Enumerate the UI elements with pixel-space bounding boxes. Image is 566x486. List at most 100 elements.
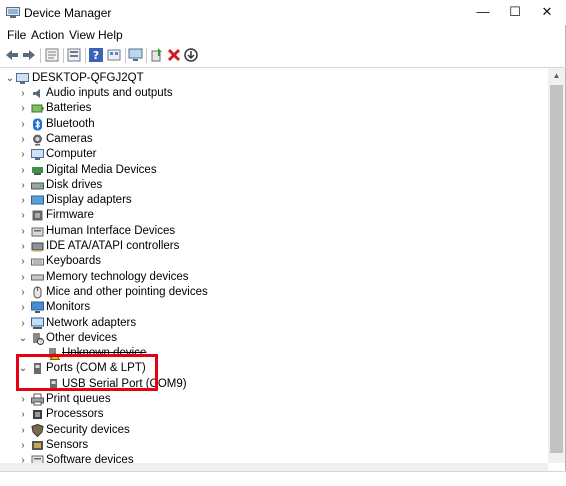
menu-help[interactable]: Help xyxy=(98,28,123,42)
camera-icon xyxy=(33,134,42,146)
tree-category-item[interactable]: › Firmware xyxy=(0,208,548,223)
device-manager-window: Device Manager — ☐ ✕ File Action View He… xyxy=(0,0,566,486)
status-bar xyxy=(0,471,566,486)
help-icon[interactable]: ? xyxy=(88,47,104,63)
expander-icon[interactable]: › xyxy=(18,193,28,208)
tree-item-label: Disk drives xyxy=(46,179,103,191)
forward-arrow-icon[interactable] xyxy=(21,47,37,63)
list-view-icon[interactable] xyxy=(66,47,82,63)
expander-icon[interactable]: ⌄ xyxy=(18,331,28,346)
tree-category-item[interactable]: › Digital Media Devices xyxy=(0,163,548,178)
tree-item-label: Display adapters xyxy=(46,194,132,206)
disable-device-icon[interactable] xyxy=(183,47,199,63)
tree-category-item[interactable]: › Cameras xyxy=(0,132,548,147)
expander-icon[interactable]: › xyxy=(18,453,28,463)
tree-category-item[interactable]: › Print queues xyxy=(0,392,548,407)
tree-category-item[interactable]: › Mice and other pointing devices xyxy=(0,285,548,300)
expander-icon[interactable]: › xyxy=(18,178,28,193)
expander-icon[interactable]: › xyxy=(18,86,28,101)
tree-category-item[interactable]: › Keyboards xyxy=(0,254,548,269)
media-device-icon xyxy=(32,167,43,175)
monitor-icon xyxy=(31,301,44,313)
tree-category-item[interactable]: › Software devices xyxy=(0,453,548,463)
expander-icon[interactable]: › xyxy=(18,224,28,239)
close-button[interactable]: ✕ xyxy=(530,0,564,24)
tree-category-item[interactable]: › Monitors xyxy=(0,300,548,315)
tree-item-label: Memory technology devices xyxy=(46,271,189,283)
expander-icon[interactable]: › xyxy=(18,208,28,223)
device-manager-icon xyxy=(6,7,20,18)
tree-category-item[interactable]: › Display adapters xyxy=(0,193,548,208)
ide-controller-icon xyxy=(31,242,44,252)
tree-category-item[interactable]: › Bluetooth xyxy=(0,117,548,132)
speaker-icon xyxy=(33,89,40,98)
tree-category-item[interactable]: ⌄? Other devices xyxy=(0,331,548,346)
other-devices-icon: ? xyxy=(33,333,44,346)
tree-item-label: IDE ATA/ATAPI controllers xyxy=(46,240,180,252)
tree-category-item[interactable]: › Sensors xyxy=(0,438,548,453)
computer-icon xyxy=(16,73,29,84)
expander-icon[interactable]: › xyxy=(18,132,28,147)
firmware-icon xyxy=(32,210,43,221)
expander-icon[interactable]: › xyxy=(18,254,28,269)
minimize-button[interactable]: — xyxy=(466,0,500,24)
properties-icon[interactable] xyxy=(44,47,60,63)
scan-hardware-icon[interactable] xyxy=(128,47,144,63)
expander-icon[interactable]: › xyxy=(18,163,28,178)
tree-category-item[interactable]: › Memory technology devices xyxy=(0,270,548,285)
expander-icon[interactable]: › xyxy=(18,147,28,162)
device-tree: ⌄ DESKTOP-QFGJ2QT › Audio inputs and outp… xyxy=(0,68,548,463)
expander-icon[interactable]: › xyxy=(18,270,28,285)
expander-icon[interactable]: › xyxy=(18,392,28,407)
tree-category-item[interactable]: › IDE ATA/ATAPI controllers xyxy=(0,239,548,254)
expander-icon[interactable]: › xyxy=(18,316,28,331)
back-arrow-icon[interactable] xyxy=(4,47,20,63)
toolbar-separator xyxy=(125,48,126,63)
vertical-scrollbar[interactable]: ▲ xyxy=(548,68,565,463)
expander-icon[interactable]: › xyxy=(18,101,28,116)
expander-icon[interactable]: › xyxy=(18,423,28,438)
keyboard-icon xyxy=(31,258,44,266)
tree-category-item[interactable]: › Computer xyxy=(0,147,548,162)
tree-category-item[interactable]: › Security devices xyxy=(0,423,548,438)
menu-action[interactable]: Action xyxy=(31,28,64,42)
sensor-icon xyxy=(32,441,43,450)
tree-item-label: Audio inputs and outputs xyxy=(46,87,173,99)
tree-item-label: Batteries xyxy=(46,102,92,114)
expander-icon[interactable]: › xyxy=(18,239,28,254)
tree-category-item[interactable]: › Processors xyxy=(0,407,548,422)
menu-view[interactable]: View xyxy=(69,28,95,42)
tree-item-label: Other devices xyxy=(46,332,117,344)
svg-text:?: ? xyxy=(39,340,42,346)
menu-bar: File Action View Help xyxy=(0,25,566,44)
tree-item-label: Computer xyxy=(46,148,97,160)
maximize-button[interactable]: ☐ xyxy=(498,0,532,24)
show-hidden-icon[interactable] xyxy=(106,47,122,63)
expander-icon[interactable]: › xyxy=(18,285,28,300)
scroll-thumb[interactable] xyxy=(550,85,563,453)
processor-icon xyxy=(33,410,42,419)
tree-item-label: Firmware xyxy=(46,209,94,221)
tree-category-item[interactable]: › Network adapters xyxy=(0,316,548,331)
tree-category-item[interactable]: › Disk drives xyxy=(0,178,548,193)
svg-text:?: ? xyxy=(93,49,99,62)
expander-icon[interactable]: › xyxy=(18,117,28,132)
highlight-box xyxy=(16,354,158,391)
tree-root[interactable]: ⌄ DESKTOP-QFGJ2QT xyxy=(0,71,548,86)
scroll-up-arrow-icon[interactable]: ▲ xyxy=(548,68,565,83)
tree-category-item[interactable]: › Human Interface Devices xyxy=(0,224,548,239)
update-driver-icon[interactable] xyxy=(149,47,165,63)
expander-icon[interactable]: › xyxy=(18,438,28,453)
expander-icon[interactable]: ⌄ xyxy=(5,71,15,86)
expander-icon[interactable]: › xyxy=(18,407,28,422)
window-title: Device Manager xyxy=(24,6,112,20)
mouse-icon xyxy=(33,286,42,299)
menu-file[interactable]: File xyxy=(7,28,26,42)
tree-item-label: Print queues xyxy=(46,393,111,405)
tree-item-label: Mice and other pointing devices xyxy=(46,286,208,298)
horizontal-scrollbar[interactable] xyxy=(0,463,548,471)
tree-category-item[interactable]: › Batteries xyxy=(0,101,548,116)
expander-icon[interactable]: › xyxy=(18,300,28,315)
uninstall-icon[interactable] xyxy=(166,47,182,63)
tree-category-item[interactable]: › Audio inputs and outputs xyxy=(0,86,548,101)
